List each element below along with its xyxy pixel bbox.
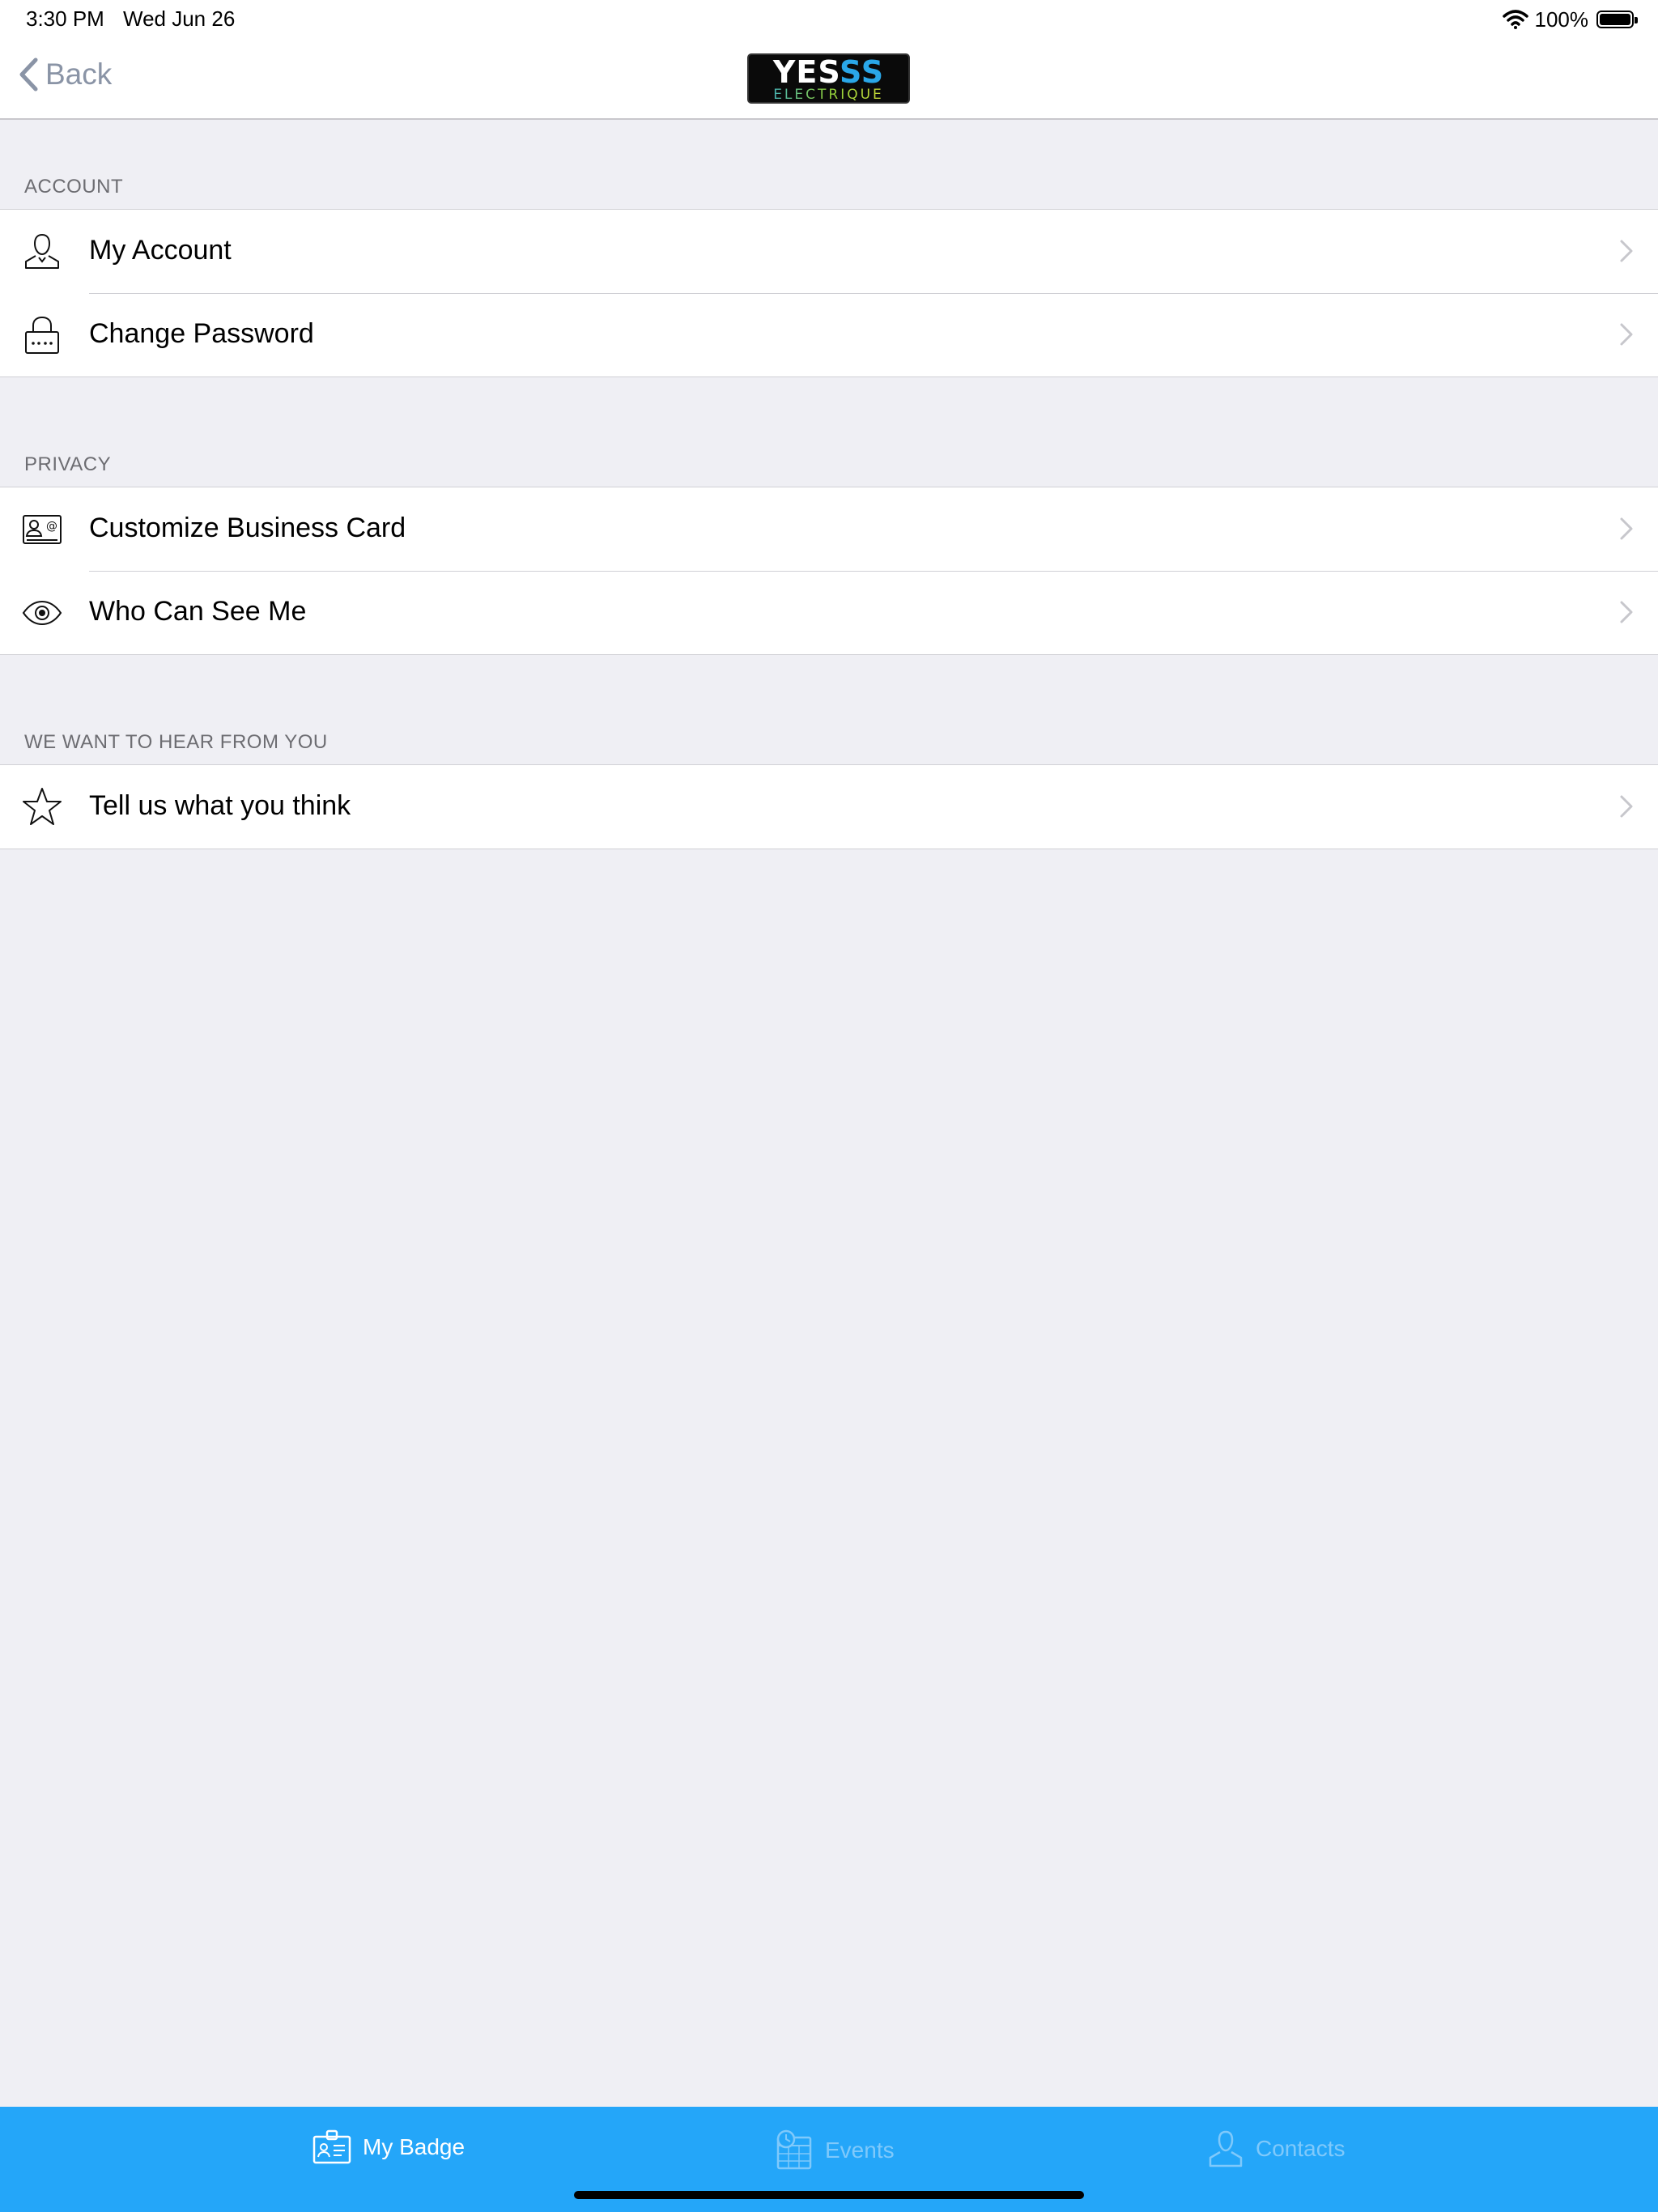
- tell-us-what-you-think-label: Tell us what you think: [89, 790, 351, 821]
- tab-contacts-label: Contacts: [1256, 2136, 1346, 2161]
- customize-business-card-row[interactable]: @ Customize Business Card: [0, 487, 1658, 571]
- section-header-account: ACCOUNT: [24, 176, 124, 198]
- chevron-right-icon: [1620, 601, 1633, 623]
- who-can-see-me-row[interactable]: Who Can See Me: [0, 571, 1658, 654]
- chevron-right-icon: [1620, 795, 1633, 818]
- home-indicator[interactable]: [574, 2191, 1084, 2199]
- chevron-left-icon: [19, 57, 38, 91]
- privacy-group: @ Customize Business Card Who Can See Me: [0, 487, 1658, 655]
- battery-icon: [1596, 11, 1638, 28]
- my-account-label: My Account: [89, 235, 232, 266]
- status-time: 3:30 PM: [26, 6, 104, 31]
- change-password-row[interactable]: Change Password: [0, 293, 1658, 376]
- who-can-see-me-label: Who Can See Me: [89, 596, 307, 627]
- status-date: Wed Jun 26: [123, 6, 236, 31]
- feedback-group: Tell us what you think: [0, 764, 1658, 849]
- chevron-right-icon: [1620, 240, 1633, 262]
- back-button[interactable]: Back: [18, 57, 112, 92]
- status-indicators: 100%: [1502, 5, 1638, 34]
- wifi-icon: [1502, 10, 1528, 29]
- tab-events[interactable]: Events: [775, 2129, 895, 2172]
- star-icon: [23, 788, 62, 825]
- my-account-row[interactable]: My Account: [0, 210, 1658, 293]
- calendar-clock-icon: [776, 2129, 812, 2170]
- status-bar: 3:30 PM Wed Jun 26 100%: [0, 0, 1658, 39]
- back-label: Back: [45, 57, 113, 91]
- tab-my-badge-label: My Badge: [363, 2134, 466, 2159]
- customize-business-card-label: Customize Business Card: [89, 513, 406, 543]
- svg-text:@: @: [46, 520, 57, 533]
- badge-icon: [312, 2129, 351, 2164]
- section-header-feedback: WE WANT TO HEAR FROM YOU: [24, 731, 328, 753]
- tab-contacts[interactable]: Contacts: [1207, 2129, 1346, 2168]
- chevron-right-icon: [1620, 517, 1633, 540]
- tab-my-badge[interactable]: My Badge: [312, 2129, 465, 2165]
- person-icon: [25, 233, 59, 269]
- account-group: My Account Change Password: [0, 209, 1658, 377]
- chevron-right-icon: [1620, 323, 1633, 346]
- business-card-icon: @: [23, 515, 62, 544]
- lock-icon: [25, 316, 59, 354]
- navigation-bar: Back YESSS ELECTRIQUE: [0, 39, 1658, 120]
- battery-percentage: 100%: [1534, 6, 1589, 32]
- tell-us-what-you-think-row[interactable]: Tell us what you think: [0, 765, 1658, 849]
- person-icon: [1209, 2130, 1243, 2167]
- change-password-label: Change Password: [89, 318, 314, 349]
- section-header-privacy: PRIVACY: [24, 453, 112, 475]
- eye-icon: [22, 600, 62, 626]
- yesss-electrique-logo: YESSS ELECTRIQUE: [747, 53, 910, 104]
- tab-events-label: Events: [825, 2138, 895, 2163]
